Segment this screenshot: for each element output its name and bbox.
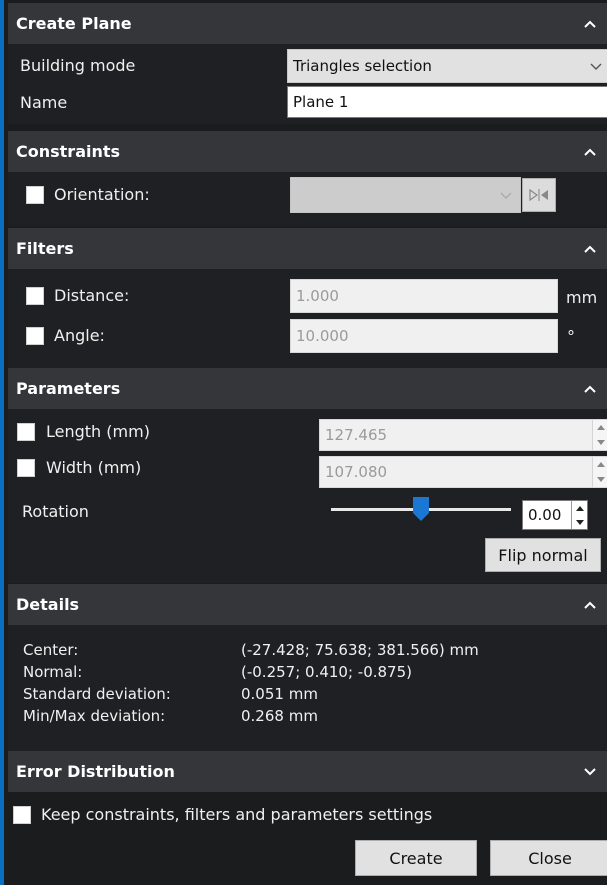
detail-key: Min/Max deviation:	[23, 707, 166, 725]
detail-value: (-0.257; 0.410; -0.875)	[241, 663, 412, 681]
keep-settings-checkbox[interactable]	[13, 806, 31, 824]
angle-unit: °	[567, 327, 575, 346]
distance-checkbox[interactable]	[26, 287, 44, 305]
keep-settings-label: Keep constraints, filters and parameters…	[41, 805, 433, 824]
width-spinner[interactable]	[592, 457, 607, 487]
rotation-input[interactable]: 0.00	[522, 500, 588, 530]
building-mode-label: Building mode	[20, 56, 136, 75]
create-plane-title: Create Plane	[16, 14, 132, 33]
width-value: 107.080	[325, 463, 388, 481]
distance-value: 1.000	[296, 287, 339, 305]
chevron-down-icon[interactable]	[579, 751, 601, 792]
length-label: Length (mm)	[46, 422, 150, 441]
angle-value: 10.000	[296, 327, 349, 345]
create-plane-body: Building mode Triangles selection Name P…	[8, 44, 607, 124]
angle-input[interactable]: 10.000	[290, 319, 558, 353]
length-checkbox[interactable]	[17, 423, 35, 441]
close-button[interactable]: Close	[490, 840, 607, 876]
parameters-title: Parameters	[16, 379, 121, 398]
rotation-slider-handle[interactable]	[413, 497, 429, 521]
detail-key: Normal:	[23, 663, 83, 681]
close-label: Close	[528, 848, 572, 868]
width-spinbox[interactable]: 107.080	[319, 456, 607, 488]
detail-value: 0.051 mm	[241, 685, 318, 703]
chevron-down-icon	[590, 50, 602, 82]
constraints-header[interactable]: Constraints	[8, 131, 607, 172]
detail-value: 0.268 mm	[241, 707, 318, 725]
chevron-up-icon[interactable]	[579, 228, 601, 269]
rotation-label: Rotation	[22, 502, 89, 521]
create-button[interactable]: Create	[355, 840, 477, 876]
details-body: Center: (-27.428; 75.638; 381.566) mm No…	[8, 625, 607, 751]
chevron-up-icon[interactable]	[579, 131, 601, 172]
name-value: Plane 1	[293, 93, 349, 111]
detail-key: Center:	[23, 641, 79, 659]
length-spinner[interactable]	[592, 420, 607, 450]
filters-header[interactable]: Filters	[8, 228, 607, 269]
distance-input[interactable]: 1.000	[290, 279, 558, 313]
filters-body: Distance: 1.000 mm Angle: 10.000 °	[8, 269, 607, 369]
spin-down-icon[interactable]	[572, 515, 587, 529]
flip-orientation-icon	[529, 186, 549, 205]
details-title: Details	[16, 595, 80, 614]
flip-orientation-button[interactable]	[522, 178, 556, 212]
angle-checkbox[interactable]	[26, 327, 44, 345]
chevron-up-icon[interactable]	[579, 368, 601, 409]
spin-up-icon[interactable]	[572, 501, 587, 515]
error-distribution-title: Error Distribution	[16, 762, 175, 781]
building-mode-value: Triangles selection	[293, 57, 432, 75]
length-value: 127.465	[325, 426, 388, 444]
angle-label: Angle:	[54, 326, 105, 345]
building-mode-select[interactable]: Triangles selection	[287, 49, 607, 83]
error-distribution-header[interactable]: Error Distribution	[8, 751, 607, 792]
width-label: Width (mm)	[46, 458, 142, 477]
chevron-up-icon[interactable]	[579, 3, 601, 44]
orientation-checkbox[interactable]	[26, 186, 44, 204]
detail-value: (-27.428; 75.638; 381.566) mm	[241, 641, 479, 659]
flip-normal-label: Flip normal	[498, 545, 588, 565]
width-checkbox[interactable]	[17, 459, 35, 477]
name-label: Name	[20, 93, 68, 112]
create-plane-header[interactable]: Create Plane	[8, 3, 607, 44]
spin-down-icon[interactable]	[593, 435, 607, 450]
details-header[interactable]: Details	[8, 584, 607, 625]
distance-label: Distance:	[54, 286, 130, 305]
parameters-header[interactable]: Parameters	[8, 368, 607, 409]
length-spinbox[interactable]: 127.465	[319, 419, 607, 451]
create-plane-panel: Create Plane Building mode Triangles sel…	[0, 0, 607, 885]
distance-unit: mm	[566, 288, 598, 307]
spin-up-icon[interactable]	[593, 457, 607, 472]
spin-up-icon[interactable]	[593, 420, 607, 435]
parameters-body: Length (mm) 127.465 Width (mm) 107.080 R…	[8, 409, 607, 583]
chevron-down-icon	[500, 178, 512, 212]
footer: Keep constraints, filters and parameters…	[8, 792, 607, 885]
flip-normal-button[interactable]: Flip normal	[485, 538, 601, 572]
create-label: Create	[389, 848, 443, 868]
spin-down-icon[interactable]	[593, 472, 607, 487]
orientation-label: Orientation:	[54, 185, 150, 204]
rotation-value: 0.00	[528, 506, 562, 524]
filters-title: Filters	[16, 239, 74, 258]
constraints-title: Constraints	[16, 142, 121, 161]
detail-key: Standard deviation:	[23, 685, 171, 703]
orientation-select[interactable]	[290, 177, 521, 213]
rotation-spinner[interactable]	[571, 501, 587, 529]
chevron-up-icon[interactable]	[579, 584, 601, 625]
name-input[interactable]: Plane 1	[287, 86, 607, 118]
constraints-body: Orientation:	[8, 172, 607, 226]
